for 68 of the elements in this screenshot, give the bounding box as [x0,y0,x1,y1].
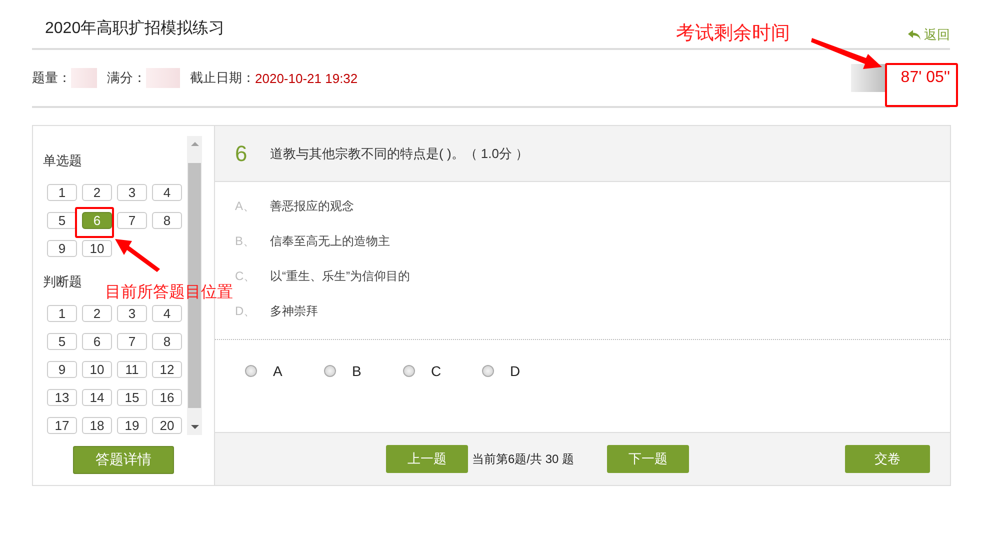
question-number-button[interactable]: 2 [82,184,112,201]
question-number: 6 [235,140,248,166]
question-number-button[interactable]: 6 [82,333,112,350]
option-text: 多神崇拜 [270,303,318,320]
progress-text: 当前第6题/共 30 题 [472,450,574,468]
page-title: 2020年高职扩招模拟练习 [45,18,225,38]
question-number-button[interactable]: 4 [152,305,182,322]
question-number-button[interactable]: 13 [47,389,77,406]
answer-label[interactable]: D [510,362,520,378]
question-number-button[interactable]: 9 [47,361,77,378]
highlight-box [75,207,114,238]
radio-button[interactable] [324,364,336,376]
option-text: 善恶报应的观念 [270,198,354,215]
question-number-button[interactable]: 10 [82,361,112,378]
question-number-button[interactable]: 12 [152,361,182,378]
question-number-button[interactable]: 7 [117,212,147,229]
question-count-label: 题量： [32,69,71,87]
question-number-button[interactable]: 3 [117,184,147,201]
radio-button[interactable] [403,364,415,376]
question-number-button[interactable]: 18 [82,417,112,434]
scroll-up-icon[interactable] [190,141,198,147]
back-arrow-icon[interactable] [908,29,921,41]
section-title: 单选题 [43,152,83,170]
redacted-patch [71,68,97,88]
question-number-button[interactable]: 16 [152,389,182,406]
full-score-label: 满分： [107,69,146,87]
question-text: 道教与其他宗教不同的特点是( )。（ 1.0分 ） [270,144,529,162]
section-title: 判断题 [43,273,83,291]
question-number-button[interactable]: 8 [152,333,182,350]
question-number-button[interactable]: 7 [117,333,147,350]
question-number-button[interactable]: 5 [47,212,77,229]
option-letter: D、 [235,303,257,320]
question-number-button[interactable]: 5 [47,333,77,350]
annotation-text: 考试剩余时间 [676,22,790,46]
question-number-button[interactable]: 4 [152,184,182,201]
redacted-patch [850,64,887,92]
question-number-button[interactable]: 15 [117,389,147,406]
scrollbar[interactable] [187,136,202,435]
question-number-button[interactable]: 1 [47,305,77,322]
question-number-button[interactable]: 8 [152,212,182,229]
radio-button[interactable] [482,364,494,376]
question-number-button[interactable]: 14 [82,389,112,406]
question-number-button[interactable]: 11 [117,361,147,378]
deadline-value: 2020-10-21 19:32 [255,70,358,86]
question-number-button[interactable]: 10 [82,240,112,257]
deadline-label: 截止日期： [190,69,255,87]
annotation-arrow [811,38,882,69]
radio-button[interactable] [245,364,257,376]
question-number-button[interactable]: 20 [152,417,182,434]
scroll-down-icon[interactable] [190,424,198,430]
question-number-button[interactable]: 19 [117,417,147,434]
countdown-timer: 87' 05'' [900,69,951,87]
question-number-button[interactable]: 3 [117,305,147,322]
option-text: 以“重生、乐生”为信仰目的 [270,268,410,285]
redacted-patch [146,68,180,88]
answer-label[interactable]: A [273,362,282,378]
option-letter: B、 [235,233,256,250]
question-number-button[interactable]: 9 [47,240,77,257]
question-number-button[interactable]: 1 [47,184,77,201]
annotation-arrow [115,239,160,272]
question-number-button[interactable]: 17 [47,417,77,434]
answer-label[interactable]: C [431,362,442,378]
option-text: 信奉至高无上的造物主 [270,233,390,250]
option-letter: A、 [235,198,256,215]
answer-label[interactable]: B [352,362,362,378]
question-number-button[interactable]: 2 [82,305,112,322]
annotation-text: 目前所答题目位置 [105,283,233,303]
option-letter: C、 [235,268,257,285]
